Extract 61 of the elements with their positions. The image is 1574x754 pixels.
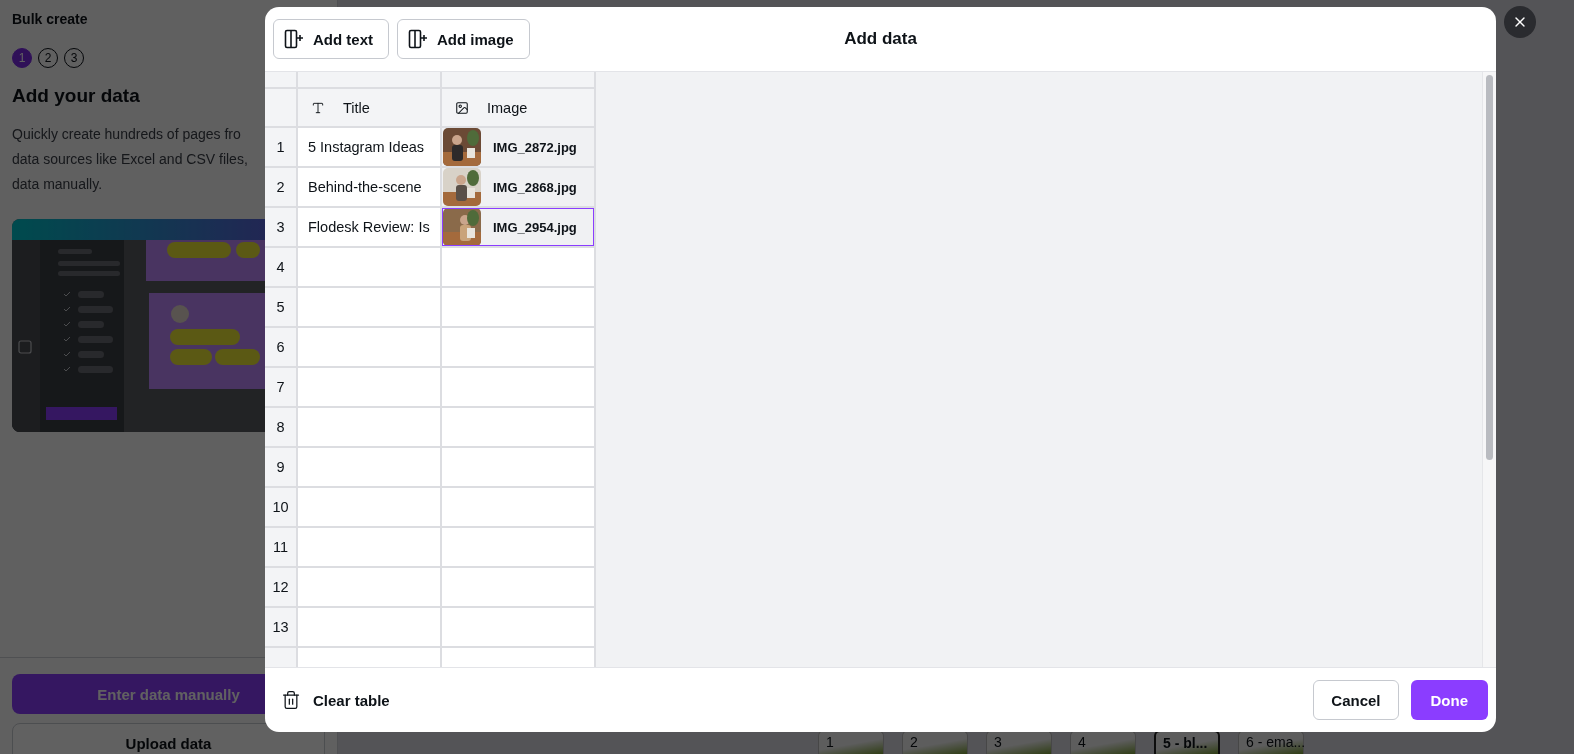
image-cell[interactable]: IMG_2954.jpg — [442, 208, 594, 246]
empty-cell[interactable] — [298, 408, 440, 446]
empty-cell[interactable] — [442, 488, 594, 526]
scrollbar[interactable] — [1482, 72, 1496, 667]
row-number: 8 — [265, 408, 296, 446]
empty-cell[interactable] — [442, 448, 594, 486]
row-number: 10 — [265, 488, 296, 526]
empty-cell[interactable] — [442, 288, 594, 326]
add-column-icon — [408, 29, 428, 49]
table-cell[interactable]: Flodesk Review: Is — [298, 208, 440, 246]
image-icon — [455, 100, 469, 115]
row-number: 1 — [265, 128, 296, 166]
row-number: 7 — [265, 368, 296, 406]
text-type-icon — [311, 100, 325, 115]
column-header[interactable]: Title — [298, 89, 440, 126]
dialog-title: Add data — [844, 29, 917, 49]
empty-cell[interactable] — [442, 608, 594, 646]
row-number: 6 — [265, 328, 296, 366]
row-number: 3 — [265, 208, 296, 246]
row-number: 13 — [265, 608, 296, 646]
empty-cell — [265, 89, 296, 126]
empty-cell[interactable] — [298, 288, 440, 326]
row-number: 11 — [265, 528, 296, 566]
file-name: IMG_2868.jpg — [493, 179, 577, 195]
panel-title: Bulk create — [12, 11, 89, 29]
empty-cell[interactable] — [298, 328, 440, 366]
file-name: IMG_2872.jpg — [493, 139, 577, 155]
file-name: IMG_2954.jpg — [493, 219, 577, 235]
row-number: 4 — [265, 248, 296, 286]
empty-cell[interactable] — [442, 568, 594, 606]
empty-cell[interactable] — [298, 528, 440, 566]
done-button[interactable]: Done — [1410, 680, 1488, 720]
empty-cell[interactable] — [298, 488, 440, 526]
empty-cell[interactable] — [298, 248, 440, 286]
section-heading: Add your data — [12, 85, 141, 107]
add-column-button[interactable]: Add text — [273, 19, 389, 59]
empty-cell[interactable] — [442, 328, 594, 366]
column-header[interactable]: Image — [442, 89, 594, 126]
image-cell[interactable]: IMG_2872.jpg — [442, 128, 594, 166]
add-column-button[interactable]: Add image — [397, 19, 530, 59]
empty-cell[interactable] — [442, 408, 594, 446]
empty-cell[interactable] — [442, 248, 594, 286]
cancel-button[interactable]: Cancel — [1313, 680, 1399, 720]
row-number: 9 — [265, 448, 296, 486]
empty-cell[interactable] — [298, 448, 440, 486]
empty-cell[interactable] — [298, 368, 440, 406]
trash-icon — [281, 690, 301, 710]
row-number: 12 — [265, 568, 296, 606]
row-number: 2 — [265, 168, 296, 206]
description-text: Quickly create hundreds of pages fro data sources like Excel and CSV files, data manually. — [12, 125, 248, 194]
add-column-icon — [284, 29, 304, 49]
empty-cell[interactable] — [298, 568, 440, 606]
column-label: Title — [343, 99, 370, 116]
row-number: 5 — [265, 288, 296, 326]
empty-cell[interactable] — [442, 528, 594, 566]
table-cell[interactable]: 5 Instagram Ideas — [298, 128, 440, 166]
table-cell[interactable]: Behind-the-scene — [298, 168, 440, 206]
image-cell[interactable]: IMG_2868.jpg — [442, 168, 594, 206]
empty-cell[interactable] — [298, 608, 440, 646]
column-label: Image — [487, 99, 528, 116]
empty-cell[interactable] — [442, 368, 594, 406]
